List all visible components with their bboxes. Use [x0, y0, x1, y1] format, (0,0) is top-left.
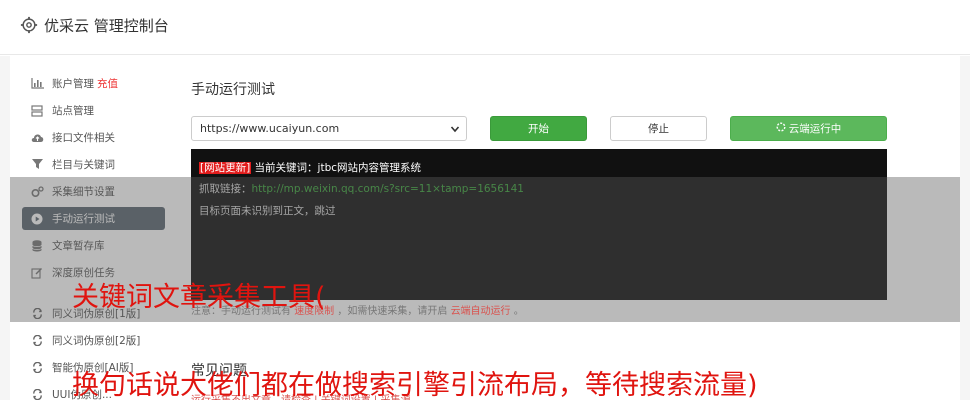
- sidebar-item-account[interactable]: 账户管理 充值: [22, 72, 165, 95]
- top-bar: 优采云 管理控制台: [0, 0, 970, 55]
- sidebar-item-label: 栏目与关键词: [52, 159, 115, 171]
- overlay-caption-1: 关键词文章采集工具(: [72, 282, 326, 313]
- sidebar-item-label: 接口文件相关: [52, 132, 115, 144]
- sidebar-item-synonym-v2[interactable]: 同义词伪原创[2版]: [22, 329, 165, 352]
- gear-icon: [20, 16, 38, 34]
- chevron-down-icon: [450, 126, 460, 133]
- console-keyword-text: 当前关键词：jtbc网站内容管理系统: [251, 162, 422, 174]
- overlay-caption-2: 换句话说大佬们都在做搜索引擎引流布局，等待搜索流量): [72, 370, 758, 400]
- server-icon: [30, 104, 44, 118]
- recharge-link[interactable]: 充值: [97, 76, 118, 91]
- site-update-tag: [网站更新]: [199, 162, 252, 174]
- cloud-auto-run-link[interactable]: 云端自动运行: [451, 306, 511, 317]
- sidebar-item-interface[interactable]: 接口文件相关: [22, 126, 165, 149]
- sidebar-item-label: 账户管理: [52, 78, 94, 90]
- site-url-select[interactable]: https://www.ucaiyun.com: [191, 116, 467, 141]
- refresh-icon: [30, 361, 44, 375]
- start-button[interactable]: 开始: [490, 116, 587, 141]
- bar-chart-icon: [30, 77, 44, 91]
- sidebar-item-columns[interactable]: 栏目与关键词: [22, 153, 165, 176]
- notice-suffix: 。: [513, 306, 524, 317]
- cloud-run-button[interactable]: 云端运行中: [730, 116, 887, 141]
- page-title: 手动运行测试: [191, 82, 275, 98]
- sidebar-item-label: 站点管理: [52, 105, 94, 117]
- notice-middle: ，如需快速采集，请开启: [337, 306, 448, 317]
- sidebar-item-sites[interactable]: 站点管理: [22, 99, 165, 122]
- console-line: [网站更新] 当前关键词：jtbc网站内容管理系统: [199, 160, 421, 175]
- sidebar-item-label: 同义词伪原创[2版]: [52, 335, 141, 347]
- app-title: 优采云 管理控制台: [44, 17, 169, 35]
- refresh-icon: [30, 334, 44, 348]
- refresh-icon: [30, 388, 44, 400]
- cloud-upload-icon: [30, 131, 44, 145]
- stop-button[interactable]: 停止: [610, 116, 707, 141]
- filter-icon: [30, 158, 44, 172]
- cloud-run-label: 云端运行中: [788, 123, 842, 135]
- spinner-icon: [776, 122, 786, 135]
- site-url-value: https://www.ucaiyun.com: [200, 122, 340, 135]
